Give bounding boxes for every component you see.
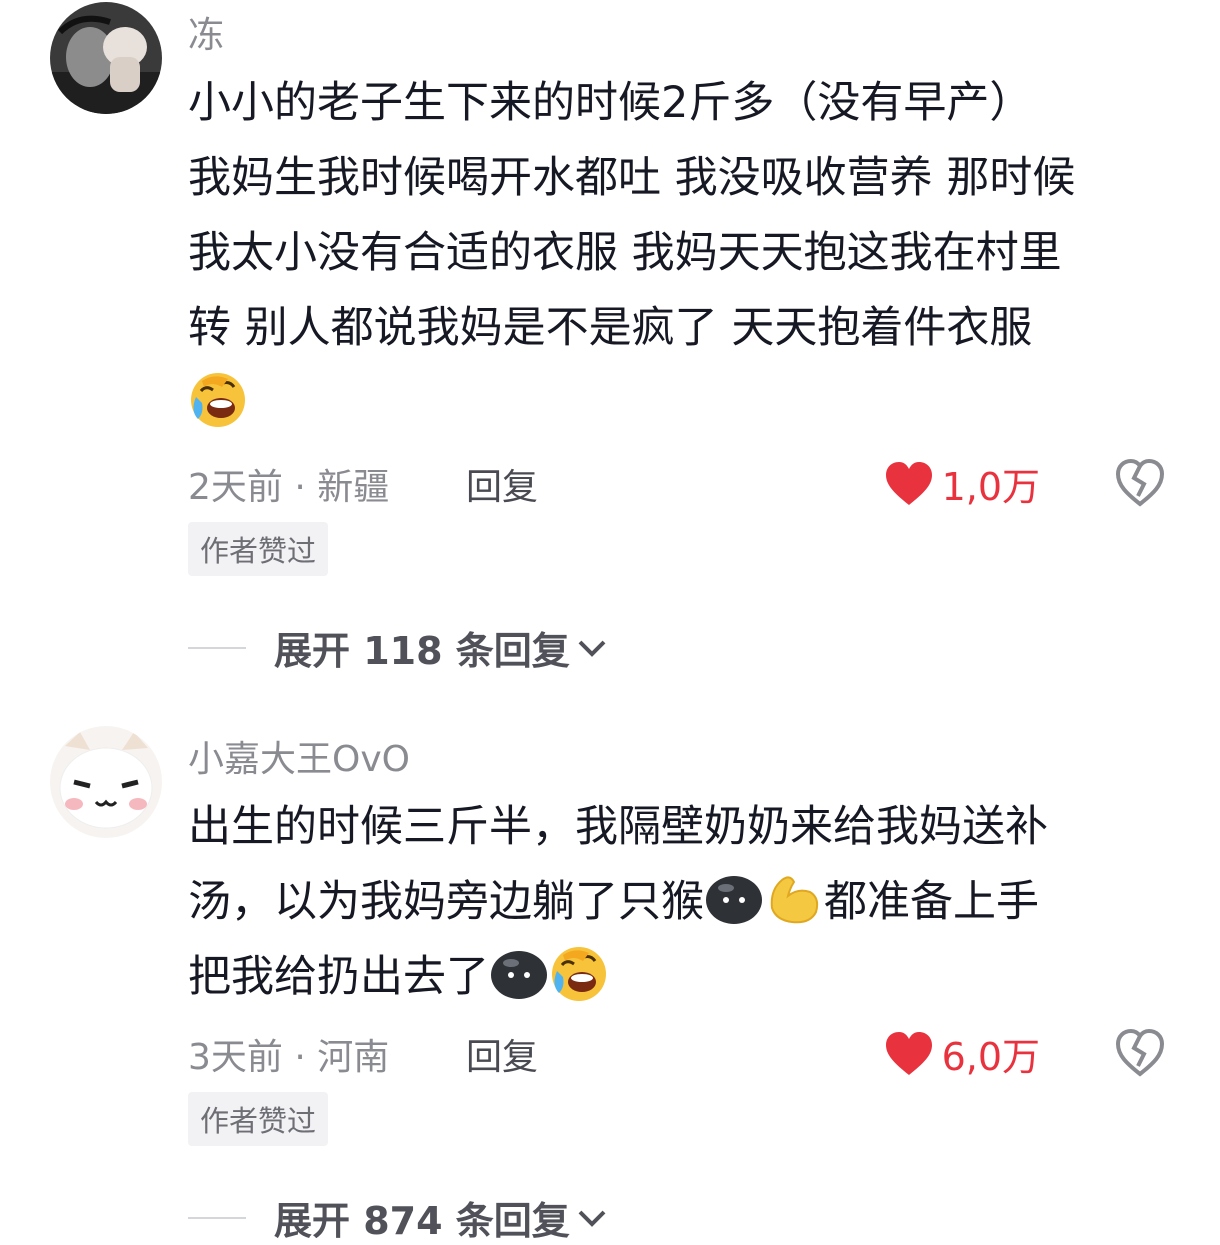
black-blob-emoji bbox=[491, 951, 547, 999]
comment-line: 小小的老子生下来的时候2斤多（没有早产） bbox=[188, 78, 1033, 128]
comment-line: 把我给扔出去了 bbox=[188, 940, 1188, 1015]
author-liked-badge: 作者赞过 bbox=[188, 522, 329, 576]
comment-text: 小小的老子生下来的时候2斤多（没有早产） 我妈生我时候喝开水都吐 我没吸收营养 … bbox=[188, 66, 1188, 441]
flexed-arm-emoji bbox=[770, 876, 819, 924]
comment-line: 出生的时候三斤半，我隔壁奶奶来给我妈送补 bbox=[188, 802, 1048, 852]
heart-filled-icon bbox=[885, 1031, 932, 1075]
laugh-cry-emoji bbox=[191, 373, 245, 427]
like-count: 6,0万 bbox=[941, 1035, 1040, 1079]
expand-replies-button[interactable]: 展开 874 条回复 bbox=[188, 1190, 608, 1245]
comment-line: 转 别人都说我妈是不是疯了 天天抱着件衣服 bbox=[188, 303, 1033, 353]
avatar[interactable] bbox=[50, 726, 162, 838]
laugh-cry-emoji bbox=[552, 947, 606, 1001]
chevron-down-icon bbox=[578, 640, 606, 657]
comment-text: 出生的时候三斤半，我隔壁奶奶来给我妈送补 汤，以为我妈旁边躺了只猴 都准备上手 … bbox=[188, 790, 1188, 1015]
reply-button[interactable]: 回复 bbox=[466, 458, 538, 510]
username[interactable]: 冻 bbox=[188, 6, 224, 58]
username[interactable]: 小嘉大王OvO bbox=[188, 730, 410, 782]
comment-line: 汤，以为我妈旁边躺了只猴 都准备上手 bbox=[188, 865, 1188, 940]
broken-heart-icon[interactable] bbox=[1114, 1026, 1166, 1078]
comment-line: 我妈生我时候喝开水都吐 我没吸收营养 那时候 bbox=[188, 153, 1076, 203]
comment-line-part: 把我给扔出去了 bbox=[188, 952, 489, 1002]
chevron-down-icon bbox=[578, 1210, 606, 1227]
heart-filled-icon bbox=[885, 461, 932, 505]
comment-line bbox=[188, 366, 1188, 441]
comment-meta: 2天前 · 新疆 bbox=[188, 467, 390, 508]
comment-line-part: 都准备上手 bbox=[824, 877, 1039, 927]
expand-replies-label: 展开 874 条回复 bbox=[274, 1199, 570, 1243]
like-count: 1,0万 bbox=[941, 465, 1040, 509]
expand-replies-label: 展开 118 条回复 bbox=[274, 629, 570, 673]
author-liked-badge: 作者赞过 bbox=[188, 1092, 329, 1146]
broken-heart-icon[interactable] bbox=[1114, 456, 1166, 508]
like-button[interactable]: 1,0万 bbox=[884, 456, 1040, 511]
comment-meta: 3天前 · 河南 bbox=[188, 1037, 390, 1078]
comment-line: 我太小没有合适的衣服 我妈天天抱这我在村里 bbox=[188, 228, 1062, 278]
black-blob-emoji bbox=[706, 876, 762, 924]
comment-line-part: 汤，以为我妈旁边躺了只猴 bbox=[188, 877, 704, 927]
expand-replies-button[interactable]: 展开 118 条回复 bbox=[188, 620, 608, 675]
like-button[interactable]: 6,0万 bbox=[884, 1026, 1040, 1081]
divider bbox=[188, 1216, 246, 1219]
divider bbox=[188, 646, 246, 649]
avatar[interactable] bbox=[50, 2, 162, 114]
reply-button[interactable]: 回复 bbox=[466, 1028, 538, 1080]
